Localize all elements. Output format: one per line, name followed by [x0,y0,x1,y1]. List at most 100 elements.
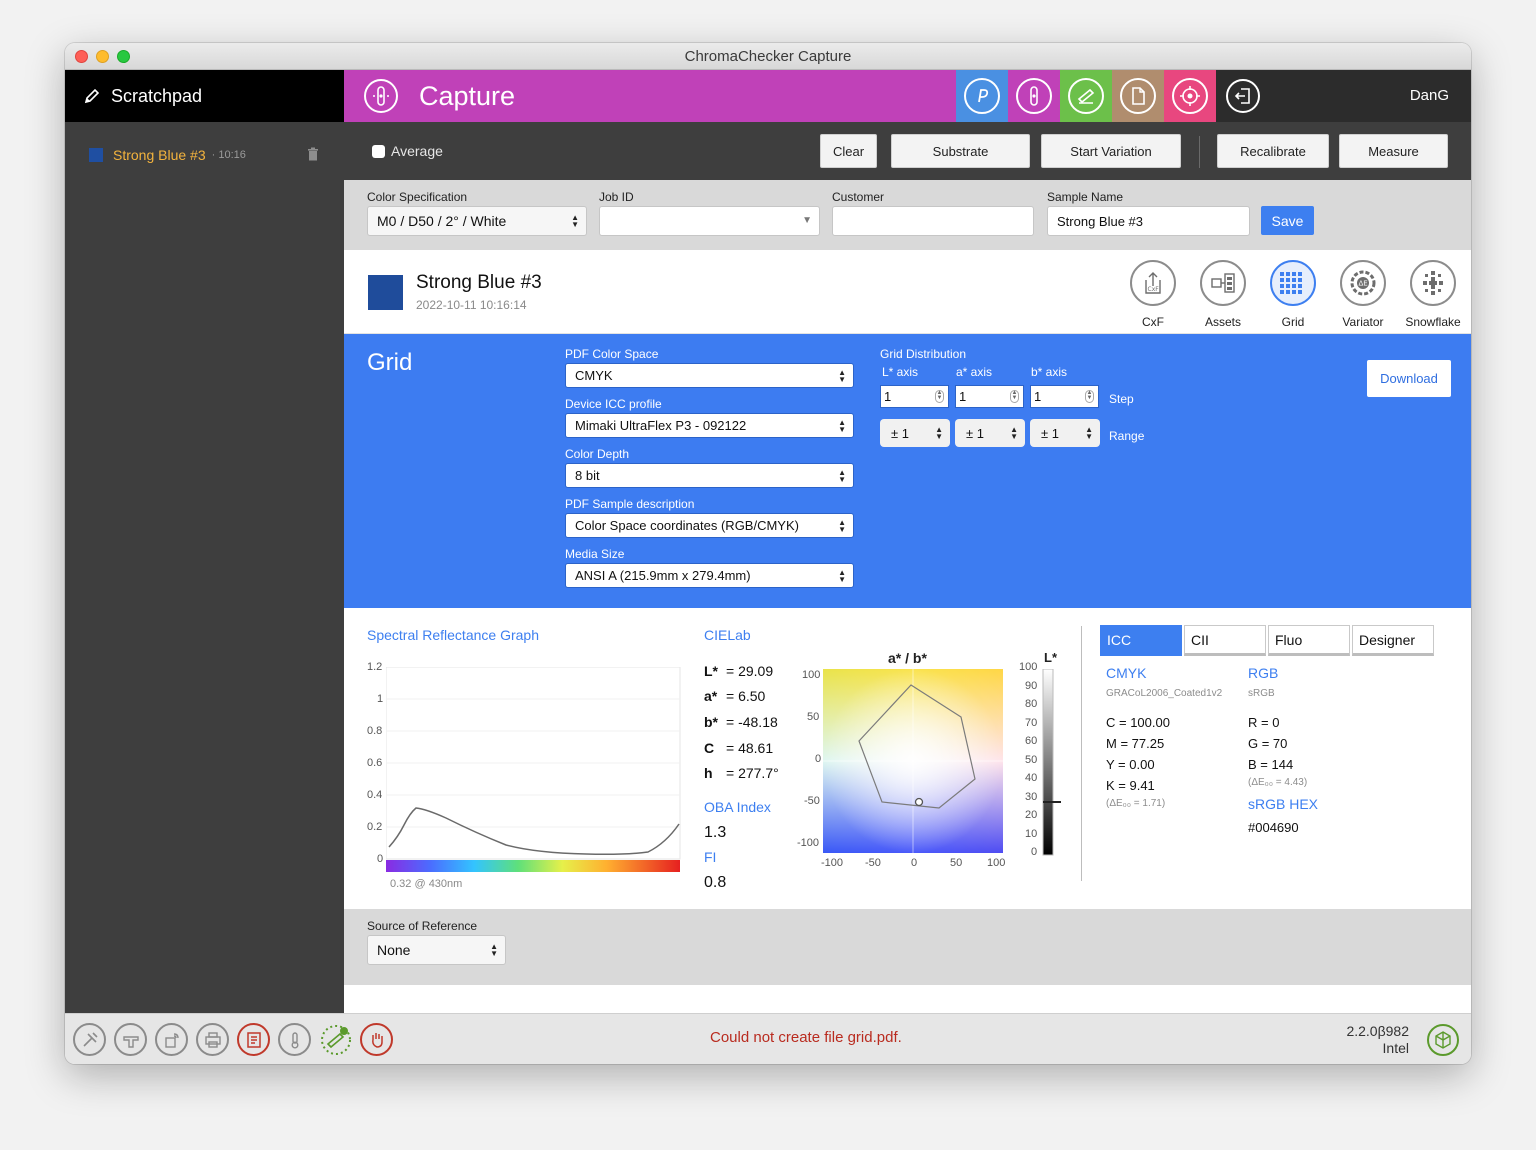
fi-title: FI [704,849,717,865]
toolbar-divider [1199,136,1200,168]
measure-button[interactable]: Measure [1339,134,1448,168]
l-tick: 20 [1025,809,1038,821]
substrate-button[interactable]: Substrate [891,134,1030,168]
stepper-icon[interactable]: ▲ ▼ [935,390,944,403]
printer-icon [204,1031,221,1048]
mode-pantone-button[interactable] [956,70,1008,122]
status-message: Could not create file grid.pdf. [710,1029,902,1046]
media-size-select[interactable]: ANSI A (215.9mm x 279.4mm) ▲ ▼ [565,563,854,588]
fi-value: 0.8 [704,874,727,891]
job-id-combobox[interactable]: ▼ [599,206,820,236]
cmyk-delta-e: (ΔE₀₀ = 1.71) [1106,798,1166,809]
stepper-icon[interactable]: ▲ ▼ [1085,390,1094,403]
spectral-y-tick: 0 [377,853,384,865]
tool-grid[interactable]: Grid [1258,260,1328,329]
l-step-input[interactable]: 1 ▲ ▼ [880,385,949,408]
grid-distribution-label: Grid Distribution [880,347,967,361]
app-logo[interactable] [1427,1024,1459,1056]
tab-cii[interactable]: CII [1184,625,1266,656]
sample-fields: Color Specification M0 / D50 / 2° / Whit… [344,180,1471,250]
tab-icc[interactable]: ICC [1100,625,1182,656]
ab-x-tick: 50 [950,857,963,869]
zoom-window-button[interactable] [117,50,130,63]
pdf-sample-desc-select[interactable]: Color Space coordinates (RGB/CMYK) ▲ ▼ [565,513,854,538]
download-button[interactable]: Download [1367,360,1451,397]
average-checkbox[interactable] [372,144,385,158]
source-of-reference-select[interactable]: None ▲ ▼ [367,935,506,965]
lab-value: = 29.09 [726,663,774,679]
l-tick: 100 [1019,661,1038,673]
pencil-icon [84,88,100,104]
mode-scan-button[interactable] [1060,70,1112,122]
chevron-down-icon[interactable]: ▼ [802,215,812,226]
color-depth-select[interactable]: 8 bit ▲ ▼ [565,463,854,488]
tab-designer[interactable]: Designer [1352,625,1434,656]
b-step-input[interactable]: 1 ▲ ▼ [1030,385,1099,408]
save-button[interactable]: Save [1261,206,1314,235]
recalibrate-button[interactable]: Recalibrate [1217,134,1329,168]
rgb-profile: sRGB [1248,688,1275,699]
window-controls [75,50,130,63]
wireless-device-button[interactable] [155,1023,188,1056]
title-bar: ChromaChecker Capture [65,43,1471,70]
stop-button[interactable] [360,1023,393,1056]
color-spec-select[interactable]: M0 / D50 / 2° / White ▲ ▼ [367,206,587,236]
a-step-input[interactable]: 1 ▲ ▼ [955,385,1024,408]
printer-button[interactable] [196,1023,229,1056]
mode-document-button[interactable] [1112,70,1164,122]
tab-fluo[interactable]: Fluo [1268,625,1350,656]
b-range-select[interactable]: ± 1 ▲ ▼ [1030,419,1100,447]
tools-button[interactable] [73,1023,106,1056]
device-icc-select[interactable]: Mimaki UltraFlex P3 - 092122 ▲ ▼ [565,413,854,438]
svg-text:CxF: CxF [1148,286,1160,293]
clear-button[interactable]: Clear [820,134,877,168]
tool-variator[interactable]: ΔE Variator [1328,260,1398,329]
tool-assets[interactable]: Assets [1188,260,1258,329]
tool-cxf[interactable]: CxF CxF [1118,260,1188,329]
l-scale-bar [1042,669,1061,856]
trash-icon[interactable] [307,147,319,161]
start-variation-button[interactable]: Start Variation [1041,134,1181,168]
mode-switcher [956,70,1216,122]
pdf-color-space-select[interactable]: CMYK ▲ ▼ [565,363,854,388]
average-toggle[interactable]: Average [372,143,443,159]
tool-label: Snowflake [1405,315,1461,329]
minimize-window-button[interactable] [96,50,109,63]
tool-snowflake[interactable]: Snowflake [1398,260,1468,329]
b-step-value: 1 [1034,389,1042,404]
close-window-button[interactable] [75,50,88,63]
customer-label: Customer [832,190,885,204]
a-step-value: 1 [959,389,967,404]
customer-input[interactable] [832,206,1034,236]
l-axis-label: L* axis [882,365,919,379]
l-tick: 60 [1025,735,1038,747]
lab-key: a* [704,688,718,704]
rgb-b: B = 144 [1248,757,1294,772]
sample-name-input[interactable]: Strong Blue #3 [1047,206,1250,236]
ab-plot [823,669,1003,853]
a-range-select[interactable]: ± 1 ▲ ▼ [955,419,1025,447]
lab-row-l: L* = 29.09 [704,663,773,679]
stepper-icon[interactable]: ▲ ▼ [1010,390,1019,403]
scratchpad-header: Scratchpad [65,70,344,122]
spectral-y-tick: 0.6 [367,757,383,769]
lab-row-a: a* = 6.50 [704,688,765,704]
mode-target-button[interactable] [1164,70,1216,122]
scan-status-button[interactable] [319,1023,352,1056]
page-title: Capture [419,81,516,111]
architecture: Intel [1382,1040,1409,1056]
a-axis-label: a* axis [956,365,993,379]
l-range-select[interactable]: ± 1 ▲ ▼ [880,419,950,447]
logout-button[interactable] [1226,79,1260,113]
sidebar-item-sample[interactable]: Strong Blue #3 · 10:16 [65,143,344,167]
lab-value: = 48.61 [726,740,774,756]
spectral-y-tick: 1 [377,693,384,705]
mode-capture-button[interactable] [1008,70,1060,122]
thermometer-button[interactable] [278,1023,311,1056]
report-button[interactable] [237,1023,270,1056]
grid-title: Grid [367,349,413,376]
ab-y-tick: 50 [807,711,820,723]
spectro-button[interactable] [114,1023,147,1056]
select-arrows-icon: ▲ ▼ [1085,425,1093,441]
status-bar: Could not create file grid.pdf. 2.2.0β98… [65,1013,1471,1064]
